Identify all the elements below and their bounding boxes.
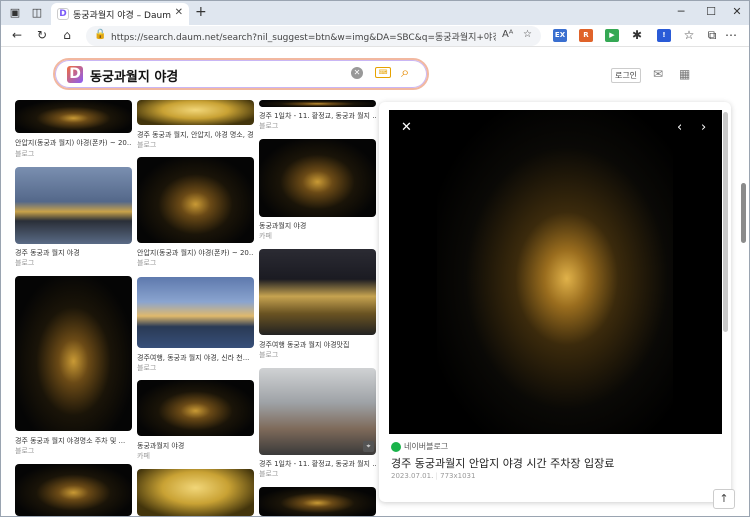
extension-orange-icon[interactable]: R bbox=[579, 29, 593, 42]
result-thumbnail[interactable] bbox=[15, 464, 132, 516]
apps-grid-icon[interactable]: ▦ bbox=[679, 67, 690, 81]
page-content: D 동궁과월지 야경 ✕ ⌨ ⌕ 로그인 ✉ ▦ 안압지(동궁과 월지) 야경(… bbox=[1, 48, 749, 516]
result-source: 카페 bbox=[259, 232, 272, 240]
close-window-icon[interactable]: ✕ bbox=[729, 5, 745, 18]
selected-image[interactable] bbox=[437, 110, 673, 434]
result-caption[interactable]: 동궁과월지 야경 bbox=[137, 441, 254, 451]
result-thumbnail[interactable] bbox=[137, 157, 254, 243]
result-caption[interactable]: 경주 1일차 - 11. 황정교, 동궁과 월지 ... bbox=[259, 111, 376, 121]
collections-icon[interactable]: ⧉ bbox=[704, 27, 720, 43]
mail-icon[interactable]: ✉ bbox=[653, 67, 663, 81]
result-thumbnail[interactable] bbox=[137, 469, 254, 516]
result-caption[interactable]: 동궁과월지 야경 bbox=[259, 221, 376, 231]
refresh-icon[interactable]: ↻ bbox=[34, 27, 50, 43]
search-icon[interactable]: ⌕ bbox=[401, 63, 409, 81]
result-caption[interactable]: 경주여행, 동궁과 월지 야경, 신라 천... bbox=[137, 353, 254, 363]
detail-meta: 2023.07.01. | 773x1031 bbox=[391, 472, 476, 480]
result-source: 블로그 bbox=[15, 259, 35, 267]
result-thumbnail[interactable] bbox=[137, 277, 254, 348]
url-text[interactable]: https://search.daum.net/search?nil_sugge… bbox=[111, 30, 496, 43]
result-thumbnail[interactable] bbox=[15, 276, 132, 431]
favorites-icon[interactable]: ☆ bbox=[681, 27, 697, 43]
result-caption[interactable]: 경주여행 동궁과 월지 야경맛집 bbox=[259, 340, 376, 350]
back-icon[interactable]: ← bbox=[9, 27, 25, 43]
tab-actions-icon[interactable]: ◫ bbox=[29, 5, 45, 21]
result-caption[interactable]: 경주 1일차 - 11. 황정교, 동궁과 월지 ... bbox=[259, 459, 376, 469]
next-icon[interactable]: › bbox=[701, 120, 706, 135]
extension-ex-icon[interactable]: EX bbox=[553, 29, 567, 42]
title-bar: ▣ ◫ D 동궁과월지 야경 – Daum 검색 ✕ + ─ ☐ ✕ bbox=[1, 1, 749, 25]
result-source: 블로그 bbox=[259, 122, 279, 130]
keyboard-icon[interactable]: ⌨ bbox=[375, 67, 391, 78]
image-viewer[interactable]: ✕ ‹ › bbox=[389, 110, 722, 434]
login-button[interactable]: 로그인 bbox=[611, 68, 641, 83]
result-thumbnail[interactable] bbox=[259, 249, 376, 335]
profile-icon[interactable]: ▣ bbox=[7, 5, 23, 21]
minimize-icon[interactable]: ─ bbox=[673, 5, 689, 18]
read-aloud-icon[interactable]: Aᴬ bbox=[502, 29, 513, 40]
result-source: 블로그 bbox=[15, 150, 35, 158]
image-detail-panel: ✕ ‹ › 네이버블로그 경주 동궁과월지 안압지 야경 시간 주차장 입장료 … bbox=[379, 102, 731, 502]
naver-blog-icon bbox=[391, 441, 401, 452]
new-tab-icon[interactable]: + bbox=[195, 4, 207, 20]
extension-green-icon[interactable]: ▶ bbox=[605, 29, 619, 42]
search-box[interactable]: D 동궁과월지 야경 ✕ ⌨ ⌕ bbox=[53, 58, 429, 90]
more-menu-icon[interactable]: ⋯ bbox=[723, 27, 739, 43]
detail-dimensions: 773x1031 bbox=[440, 472, 476, 480]
result-source: 블로그 bbox=[15, 447, 35, 455]
result-source: 카페 bbox=[137, 452, 150, 460]
tab-title: 동궁과월지 야경 – Daum 검색 bbox=[73, 11, 173, 21]
favorite-star-icon[interactable]: ☆ bbox=[523, 29, 532, 40]
page-scrollbar[interactable] bbox=[741, 183, 746, 243]
result-caption[interactable]: 경주 동궁과 월지, 안압지, 야경 명소, 경주 ... bbox=[137, 130, 254, 140]
panel-scrollbar[interactable] bbox=[723, 112, 728, 332]
browser-window: ▣ ◫ D 동궁과월지 야경 – Daum 검색 ✕ + ─ ☐ ✕ ← ↻ ⌂… bbox=[0, 0, 750, 517]
result-caption[interactable]: 경주 동궁과 월지 야경 bbox=[15, 248, 132, 258]
result-thumbnail[interactable] bbox=[137, 380, 254, 436]
detail-date: 2023.07.01. bbox=[391, 472, 434, 480]
result-thumbnail[interactable] bbox=[137, 100, 254, 125]
home-icon[interactable]: ⌂ bbox=[59, 27, 75, 43]
address-bar[interactable]: 🔒 https://search.daum.net/search?nil_sug… bbox=[86, 26, 541, 46]
lock-icon[interactable]: 🔒 bbox=[94, 29, 106, 40]
result-thumbnail[interactable] bbox=[259, 487, 376, 516]
extension-shield-icon[interactable]: ! bbox=[657, 29, 671, 42]
result-thumbnail[interactable] bbox=[259, 368, 376, 455]
result-caption[interactable]: 안압지(동궁과 월지) 야경(폰카) ~ 20... bbox=[15, 138, 132, 148]
result-thumbnail[interactable] bbox=[259, 100, 376, 107]
result-source: 블로그 bbox=[259, 470, 279, 478]
search-query[interactable]: 동궁과월지 야경 bbox=[90, 66, 178, 85]
detail-source[interactable]: 네이버블로그 bbox=[391, 441, 448, 452]
prev-icon[interactable]: ‹ bbox=[677, 120, 682, 135]
navigation-bar: ← ↻ ⌂ 🔒 https://search.daum.net/search?n… bbox=[1, 25, 749, 47]
result-thumbnail[interactable] bbox=[259, 139, 376, 217]
extensions-puzzle-icon[interactable]: ✱ bbox=[629, 27, 645, 43]
close-icon[interactable]: ✕ bbox=[401, 120, 412, 135]
daum-logo-icon[interactable]: D bbox=[67, 66, 83, 83]
detail-title[interactable]: 경주 동궁과월지 안압지 야경 시간 주차장 입장료 bbox=[391, 455, 614, 471]
result-source: 블로그 bbox=[137, 364, 157, 372]
result-thumbnail[interactable] bbox=[15, 100, 132, 133]
result-source: 블로그 bbox=[137, 259, 157, 267]
detail-source-label[interactable]: 네이버블로그 bbox=[404, 442, 448, 451]
result-caption[interactable]: 경주 동궁과 월지 야경명소 주차 및 ... bbox=[15, 436, 132, 446]
result-source: 블로그 bbox=[259, 351, 279, 359]
tab-close-icon[interactable]: ✕ bbox=[175, 7, 183, 18]
tab-active[interactable]: D 동궁과월지 야경 – Daum 검색 ✕ bbox=[51, 3, 189, 25]
result-source: 블로그 bbox=[137, 141, 157, 149]
scroll-top-button[interactable]: ↑ bbox=[713, 489, 735, 509]
maximize-icon[interactable]: ☐ bbox=[703, 5, 719, 18]
result-thumbnail[interactable] bbox=[15, 167, 132, 244]
result-caption[interactable]: 안압지(동궁과 월지) 야경(폰카) ~ 20... bbox=[137, 248, 254, 258]
clear-search-icon[interactable]: ✕ bbox=[351, 67, 363, 79]
daum-favicon-icon: D bbox=[57, 8, 69, 20]
map-pin-icon[interactable]: ⌖ bbox=[363, 441, 374, 452]
